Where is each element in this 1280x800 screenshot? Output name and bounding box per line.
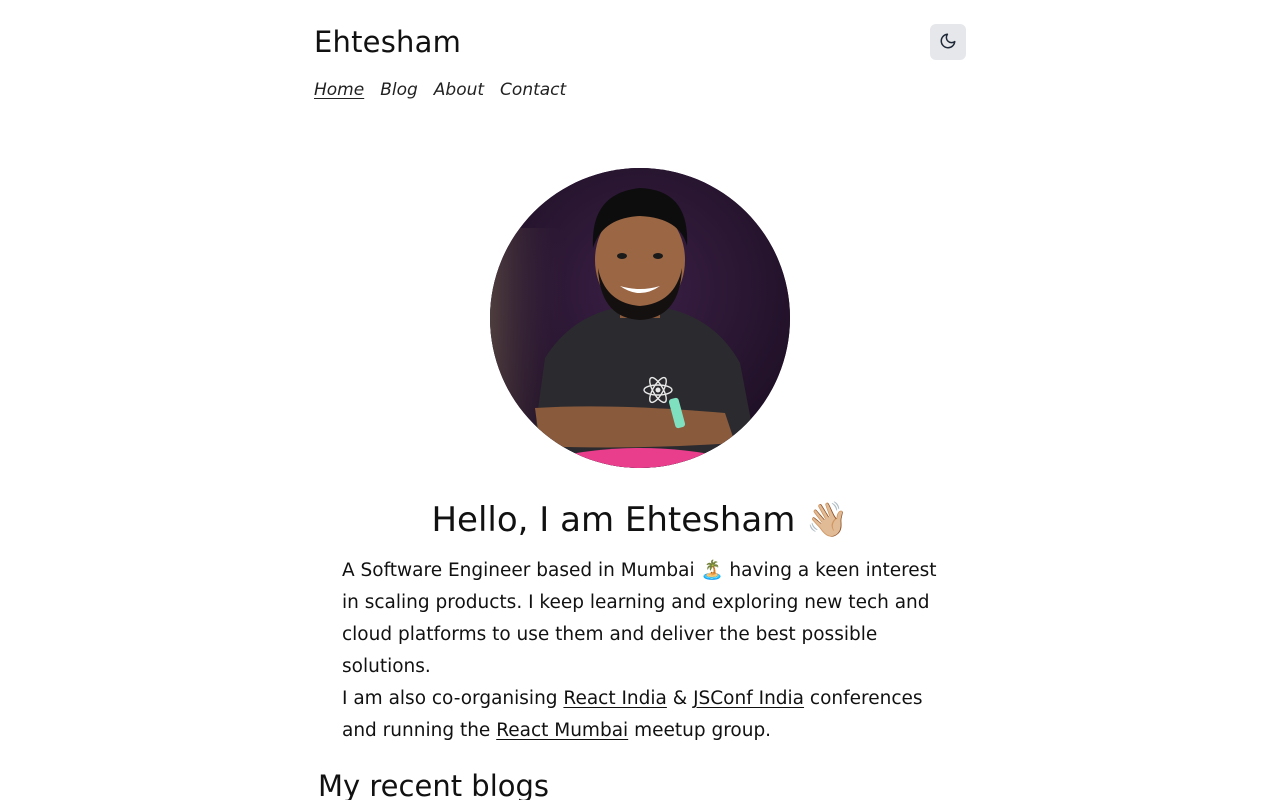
nav-item-contact[interactable]: Contact xyxy=(500,78,566,102)
jsconf-india-link[interactable]: JSConf India xyxy=(693,688,804,709)
avatar xyxy=(490,168,790,468)
theme-toggle-button[interactable] xyxy=(930,24,966,60)
intro-paragraph: A Software Engineer based in Mumbai 🏝️ h… xyxy=(342,560,937,677)
nav-item-blog[interactable]: Blog xyxy=(380,78,418,102)
profile-photo xyxy=(490,168,790,468)
moon-icon xyxy=(939,32,957,53)
intro-text: A Software Engineer based in Mumbai 🏝️ h… xyxy=(342,555,942,747)
hero-title: Hello, I am Ehtesham 👋🏼 xyxy=(431,500,849,540)
main-nav: Home Blog About Contact xyxy=(314,78,566,102)
intro-ampersand: & xyxy=(666,688,694,709)
nav-item-about[interactable]: About xyxy=(434,78,484,102)
intro-prefix: I am also co-organising xyxy=(342,688,564,709)
site-title[interactable]: Ehtesham xyxy=(314,22,461,62)
react-india-link[interactable]: React India xyxy=(563,688,666,709)
page-container: Ehtesham Home Blog About Contact Hello, … xyxy=(314,0,966,800)
recent-blogs-heading: My recent blogs xyxy=(318,769,550,800)
intro-suffix: meetup group. xyxy=(628,720,772,741)
react-mumbai-link[interactable]: React Mumbai xyxy=(496,720,628,741)
nav-item-home[interactable]: Home xyxy=(314,78,364,102)
